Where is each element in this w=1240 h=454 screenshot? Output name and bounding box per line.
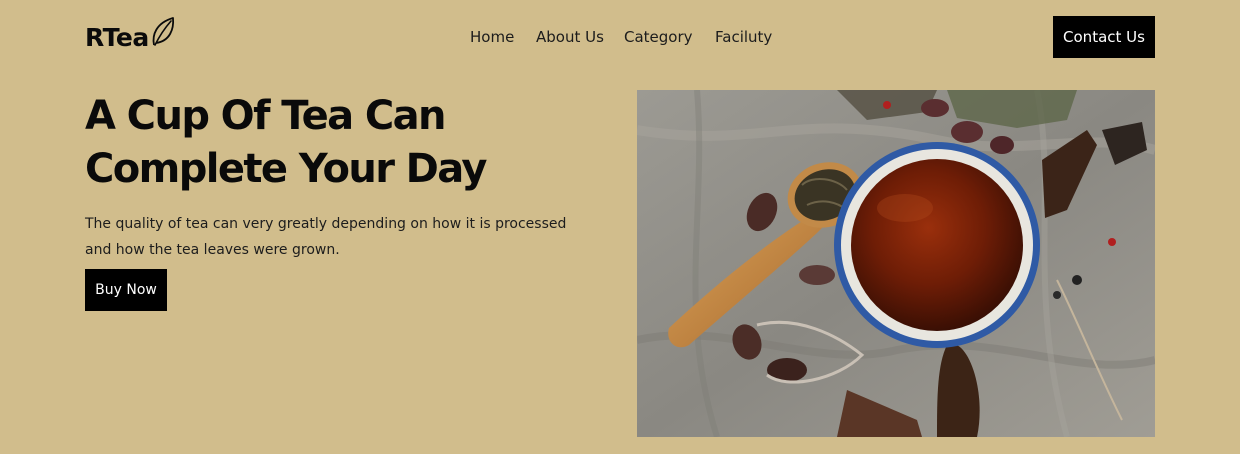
nav-item-about-us[interactable]: About Us (536, 26, 624, 48)
buy-now-button[interactable]: Buy Now (85, 269, 167, 311)
hero-title: A Cup Of Tea Can Complete Your Day (85, 90, 605, 196)
nav-item-faciluty[interactable]: Faciluty (715, 26, 772, 48)
nav-item-home[interactable]: Home (470, 26, 536, 48)
hero-description-line: The quality of tea can very greatly depe… (85, 216, 567, 232)
hero-description: The quality of tea can very greatly depe… (85, 211, 605, 263)
logo-text: RTea (85, 22, 149, 52)
logo[interactable]: RTea (85, 14, 176, 54)
hero-title-line: Complete Your Day (85, 146, 488, 192)
site-header: RTea Home About Us Category Faciluty Con… (0, 0, 1240, 80)
hero-title-line: A Cup Of Tea Can (85, 93, 446, 139)
leaf-icon (152, 17, 174, 46)
nav-item-category[interactable]: Category (624, 26, 715, 48)
hero-description-line: and how the tea leaves were grown. (85, 242, 340, 258)
contact-us-button[interactable]: Contact Us (1053, 16, 1155, 58)
tea-cup-image (637, 90, 1155, 437)
main-nav: Home About Us Category Faciluty (470, 26, 772, 48)
tea-photo-illustration (637, 90, 1155, 437)
